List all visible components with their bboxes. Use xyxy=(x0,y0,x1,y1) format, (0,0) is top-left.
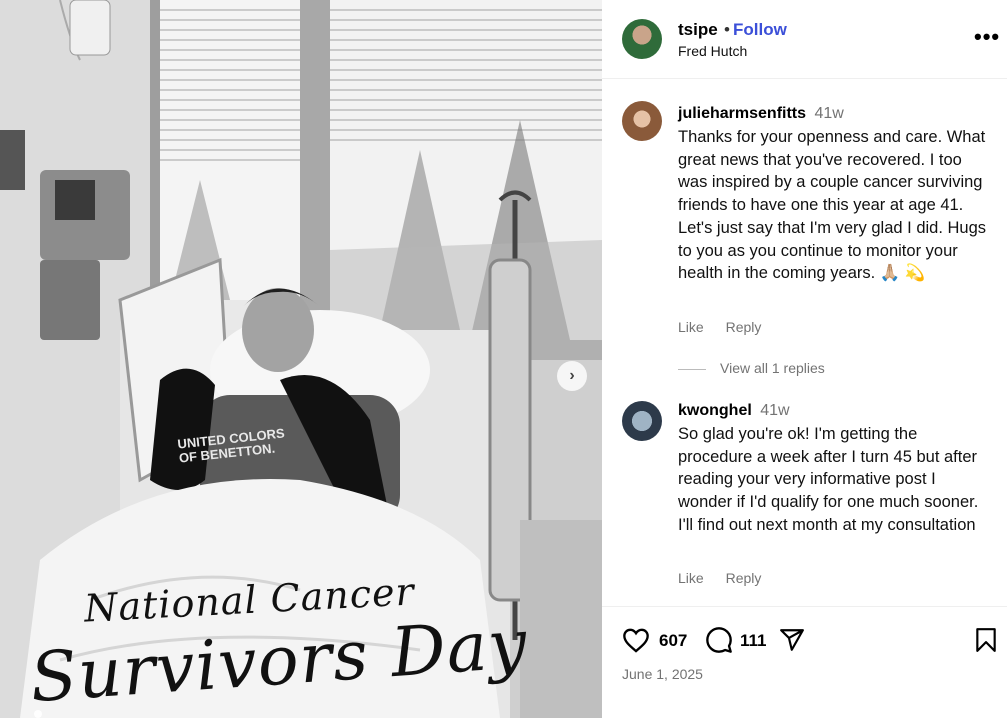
replies-line xyxy=(678,368,706,370)
post-header: tsipe • Follow Fred Hutch ••• xyxy=(602,0,1007,79)
comment-author: kwonghel 41w xyxy=(678,402,790,420)
post-side-panel: tsipe • Follow Fred Hutch ••• julieharms… xyxy=(602,0,1007,718)
comments-list[interactable]: julieharmsenfitts 41w Thanks for your op… xyxy=(602,79,1007,606)
comment-actions: Like Reply xyxy=(678,570,779,586)
reply-button[interactable]: Reply xyxy=(726,319,762,335)
carousel-dot xyxy=(34,710,42,718)
comment-username[interactable]: kwonghel xyxy=(678,402,752,419)
divider xyxy=(602,606,1007,607)
share-icon[interactable] xyxy=(778,627,806,653)
heart-icon[interactable] xyxy=(622,627,650,653)
post-actions-bar: 607 111 xyxy=(602,620,1007,660)
comment-timestamp[interactable]: 41w xyxy=(814,105,843,122)
more-icon[interactable]: ••• xyxy=(974,24,1000,50)
post-photo[interactable]: UNITED COLORS OF BENETTON. National Canc… xyxy=(0,0,602,718)
follow-button[interactable]: Follow xyxy=(733,20,787,40)
chevron-right-icon: › xyxy=(569,367,575,384)
post-username[interactable]: tsipe xyxy=(678,20,718,40)
comment-timestamp[interactable]: 41w xyxy=(760,402,789,419)
view-replies-button[interactable]: View all 1 replies xyxy=(678,360,825,376)
comment-text: Thanks for your openness and care. What … xyxy=(678,128,987,283)
post-date[interactable]: June 1, 2025 xyxy=(622,666,703,682)
comment-author: julieharmsenfitts 41w xyxy=(678,105,844,123)
avatar[interactable] xyxy=(622,401,662,441)
reply-button[interactable]: Reply xyxy=(726,570,762,586)
view-replies-label: View all 1 replies xyxy=(720,360,825,376)
like-comment-button[interactable]: Like xyxy=(678,319,704,335)
avatar[interactable] xyxy=(622,19,662,59)
avatar[interactable] xyxy=(622,101,662,141)
comment-count[interactable]: 111 xyxy=(740,631,767,651)
like-comment-button[interactable]: Like xyxy=(678,570,704,586)
comment-icon[interactable] xyxy=(705,626,733,654)
comment-actions: Like Reply xyxy=(678,319,779,335)
separator-dot: • xyxy=(724,20,730,39)
like-count[interactable]: 607 xyxy=(659,631,687,651)
comment-text: So glad you're ok! I'm getting the proce… xyxy=(678,425,979,534)
comment-username[interactable]: julieharmsenfitts xyxy=(678,105,806,122)
bookmark-icon[interactable] xyxy=(974,627,998,653)
next-photo-button[interactable]: › xyxy=(557,361,587,391)
post-location[interactable]: Fred Hutch xyxy=(678,43,747,59)
